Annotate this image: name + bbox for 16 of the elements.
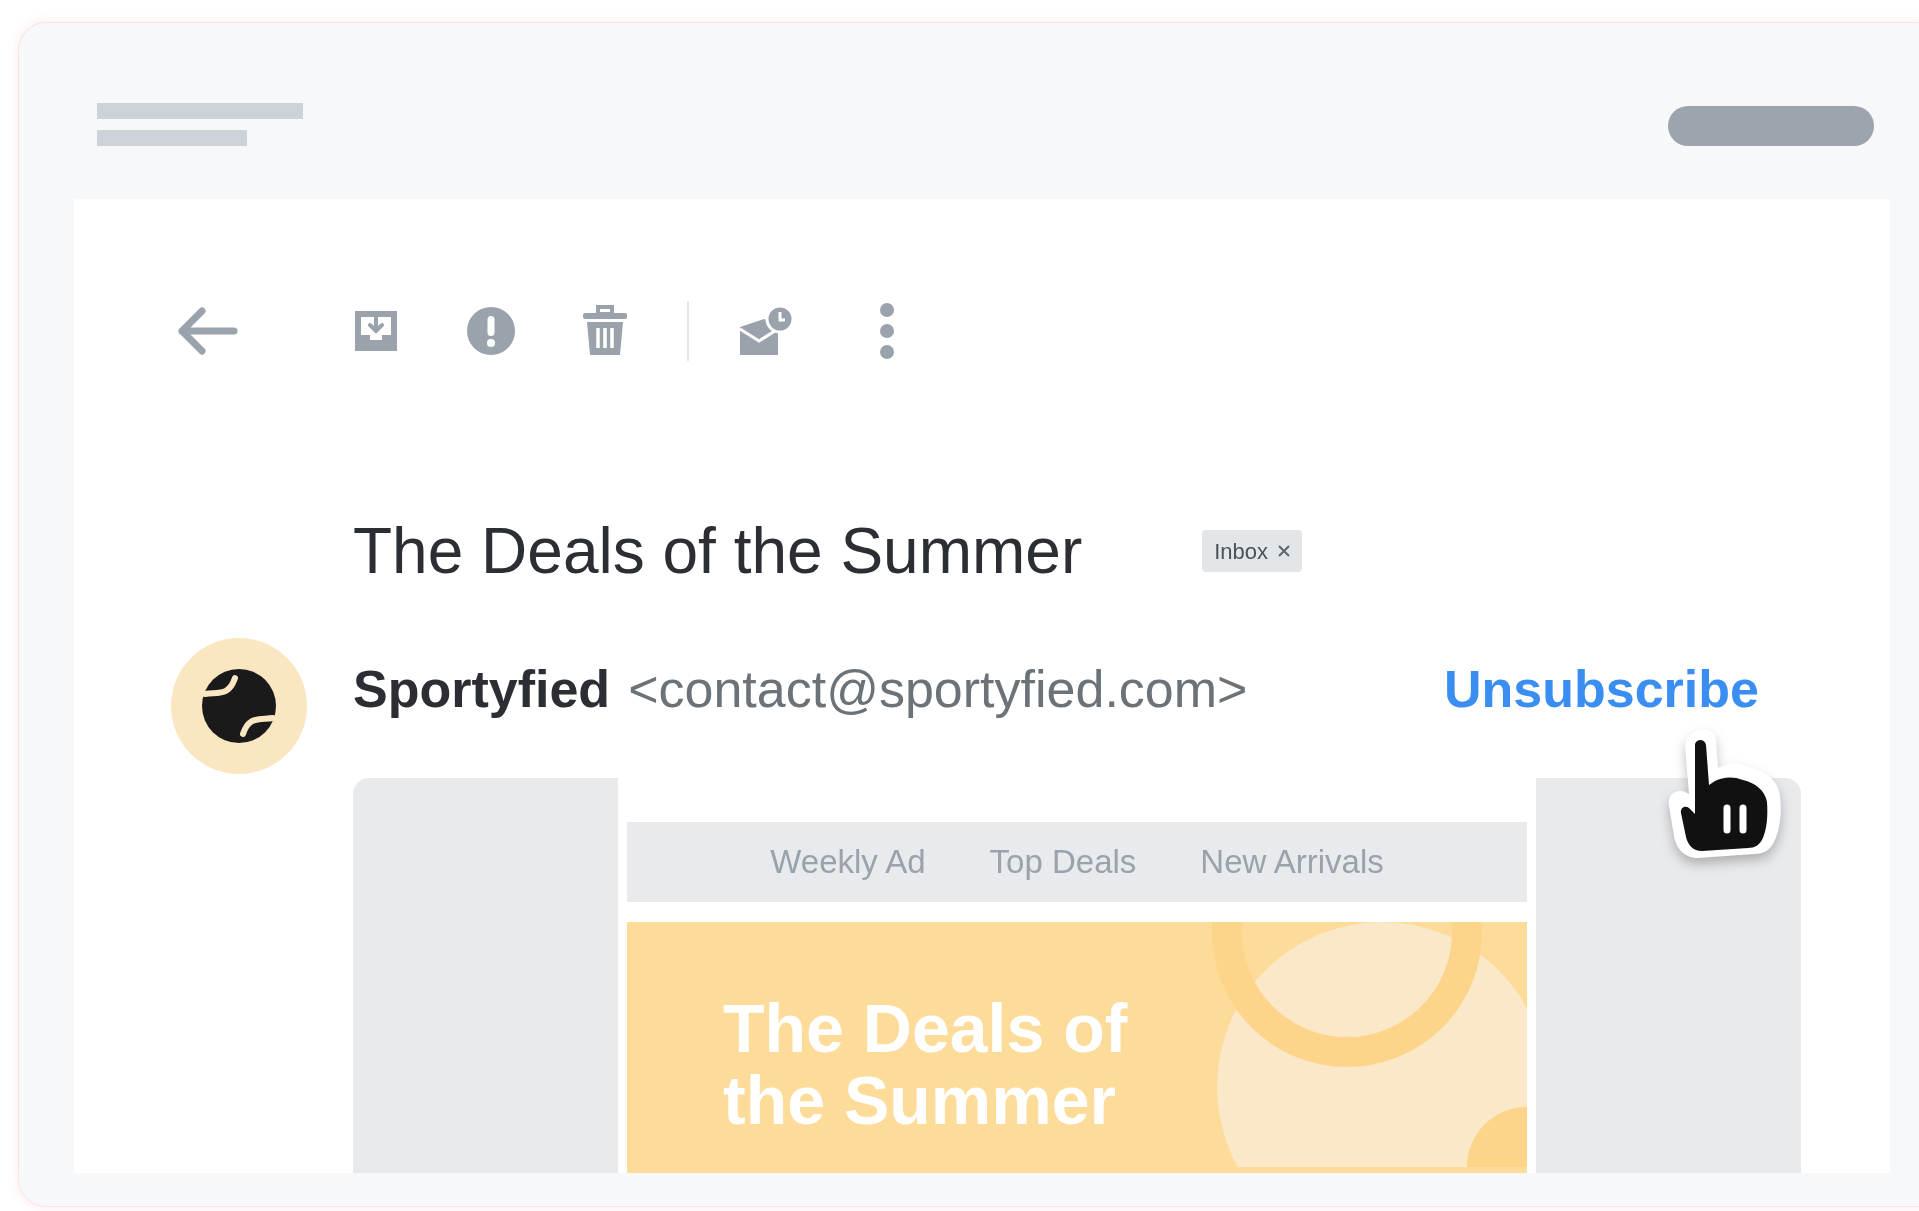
close-icon[interactable]	[1278, 545, 1290, 557]
trash-icon[interactable]	[581, 305, 629, 357]
sender-email: <contact@sportyfied.com>	[628, 659, 1248, 720]
snooze-mail-icon[interactable]	[738, 305, 794, 357]
newsletter-nav-link[interactable]: New Arrivals	[1200, 837, 1384, 887]
newsletter-nav-link[interactable]: Weekly Ad	[770, 837, 926, 887]
banner-heading: The Deals of	[723, 992, 1129, 1064]
inbox-label[interactable]: Inbox	[1202, 530, 1302, 572]
alert-icon[interactable]	[466, 306, 516, 356]
back-arrow-icon[interactable]	[176, 306, 238, 356]
banner-heading: the Summer	[723, 1064, 1117, 1136]
unsubscribe-link[interactable]: Unsubscribe	[1444, 650, 1759, 728]
sender-name: Sportyfied	[353, 659, 611, 720]
more-vertical-icon[interactable]	[879, 303, 895, 359]
email-subject: The Deals of the Summer	[353, 519, 1083, 583]
newsletter-nav-link[interactable]: Top Deals	[989, 837, 1137, 887]
